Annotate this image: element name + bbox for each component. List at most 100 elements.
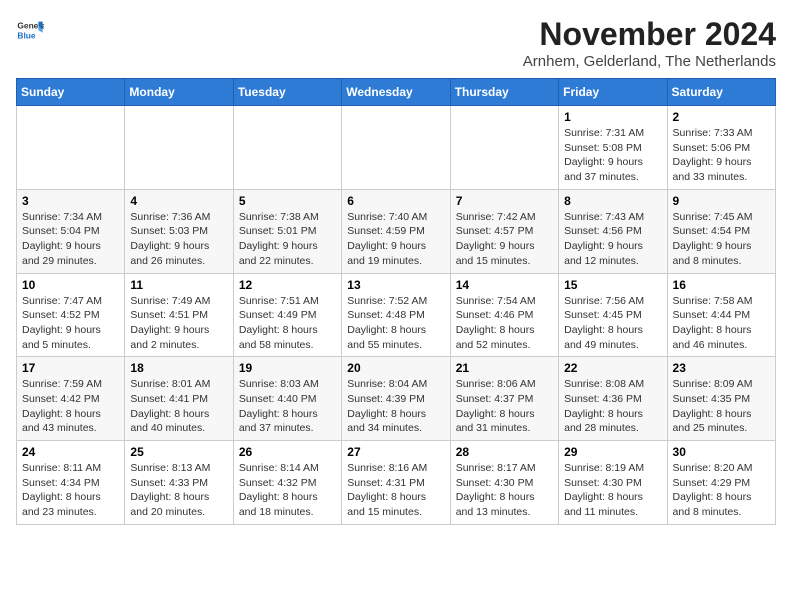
day-info: Sunrise: 7:40 AM Sunset: 4:59 PM Dayligh… xyxy=(347,210,444,269)
day-number: 8 xyxy=(564,194,661,208)
logo-icon: General Blue xyxy=(16,16,44,44)
calendar-cell: 13 Sunrise: 7:52 AM Sunset: 4:48 PM Dayli… xyxy=(342,273,450,357)
calendar-cell: 6 Sunrise: 7:40 AM Sunset: 4:59 PM Daylig… xyxy=(342,189,450,273)
calendar-cell xyxy=(17,106,125,190)
day-info: Sunrise: 7:54 AM Sunset: 4:46 PM Dayligh… xyxy=(456,294,553,353)
calendar-cell: 12 Sunrise: 7:51 AM Sunset: 4:49 PM Dayli… xyxy=(233,273,341,357)
day-info: Sunrise: 7:45 AM Sunset: 4:54 PM Dayligh… xyxy=(673,210,770,269)
day-info: Sunrise: 7:52 AM Sunset: 4:48 PM Dayligh… xyxy=(347,294,444,353)
day-info: Sunrise: 7:51 AM Sunset: 4:49 PM Dayligh… xyxy=(239,294,336,353)
location-title: Arnhem, Gelderland, The Netherlands xyxy=(523,53,776,70)
day-info: Sunrise: 8:06 AM Sunset: 4:37 PM Dayligh… xyxy=(456,377,553,436)
day-header-monday: Monday xyxy=(125,79,233,106)
day-number: 4 xyxy=(130,194,227,208)
calendar-cell: 7 Sunrise: 7:42 AM Sunset: 4:57 PM Daylig… xyxy=(450,189,558,273)
calendar-cell: 19 Sunrise: 8:03 AM Sunset: 4:40 PM Dayli… xyxy=(233,357,341,441)
calendar-cell: 24 Sunrise: 8:11 AM Sunset: 4:34 PM Dayli… xyxy=(17,441,125,525)
day-info: Sunrise: 8:08 AM Sunset: 4:36 PM Dayligh… xyxy=(564,377,661,436)
day-number: 11 xyxy=(130,278,227,292)
day-info: Sunrise: 8:19 AM Sunset: 4:30 PM Dayligh… xyxy=(564,461,661,520)
day-number: 10 xyxy=(22,278,119,292)
calendar-cell: 30 Sunrise: 8:20 AM Sunset: 4:29 PM Dayli… xyxy=(667,441,775,525)
calendar-cell: 4 Sunrise: 7:36 AM Sunset: 5:03 PM Daylig… xyxy=(125,189,233,273)
day-number: 30 xyxy=(673,445,770,459)
day-number: 22 xyxy=(564,361,661,375)
calendar-cell: 9Sunrise: 7:45 AM Sunset: 4:54 PM Daylig… xyxy=(667,189,775,273)
day-header-saturday: Saturday xyxy=(667,79,775,106)
day-info: Sunrise: 8:16 AM Sunset: 4:31 PM Dayligh… xyxy=(347,461,444,520)
header: General Blue November 2024 Arnhem, Gelde… xyxy=(16,16,776,70)
day-number: 7 xyxy=(456,194,553,208)
day-number: 27 xyxy=(347,445,444,459)
calendar-header-row: SundayMondayTuesdayWednesdayThursdayFrid… xyxy=(17,79,776,106)
day-number: 6 xyxy=(347,194,444,208)
svg-text:Blue: Blue xyxy=(17,30,35,40)
month-title: November 2024 xyxy=(523,16,776,53)
calendar-cell: 26Sunrise: 8:14 AM Sunset: 4:32 PM Dayli… xyxy=(233,441,341,525)
day-number: 25 xyxy=(130,445,227,459)
day-info: Sunrise: 7:42 AM Sunset: 4:57 PM Dayligh… xyxy=(456,210,553,269)
day-number: 1 xyxy=(564,110,661,124)
day-header-wednesday: Wednesday xyxy=(342,79,450,106)
calendar-cell: 5 Sunrise: 7:38 AM Sunset: 5:01 PM Daylig… xyxy=(233,189,341,273)
calendar-cell xyxy=(342,106,450,190)
day-number: 12 xyxy=(239,278,336,292)
day-info: Sunrise: 8:14 AM Sunset: 4:32 PM Dayligh… xyxy=(239,461,336,520)
calendar-cell: 15Sunrise: 7:56 AM Sunset: 4:45 PM Dayli… xyxy=(559,273,667,357)
calendar-cell: 2Sunrise: 7:33 AM Sunset: 5:06 PM Daylig… xyxy=(667,106,775,190)
day-info: Sunrise: 7:58 AM Sunset: 4:44 PM Dayligh… xyxy=(673,294,770,353)
day-number: 13 xyxy=(347,278,444,292)
day-info: Sunrise: 7:47 AM Sunset: 4:52 PM Dayligh… xyxy=(22,294,119,353)
day-header-sunday: Sunday xyxy=(17,79,125,106)
day-number: 20 xyxy=(347,361,444,375)
day-info: Sunrise: 8:11 AM Sunset: 4:34 PM Dayligh… xyxy=(22,461,119,520)
day-info: Sunrise: 8:01 AM Sunset: 4:41 PM Dayligh… xyxy=(130,377,227,436)
calendar-cell: 22 Sunrise: 8:08 AM Sunset: 4:36 PM Dayli… xyxy=(559,357,667,441)
day-number: 23 xyxy=(673,361,770,375)
day-info: Sunrise: 7:38 AM Sunset: 5:01 PM Dayligh… xyxy=(239,210,336,269)
day-info: Sunrise: 7:43 AM Sunset: 4:56 PM Dayligh… xyxy=(564,210,661,269)
calendar-week-row: 1 Sunrise: 7:31 AM Sunset: 5:08 PM Daylig… xyxy=(17,106,776,190)
day-info: Sunrise: 7:31 AM Sunset: 5:08 PM Dayligh… xyxy=(564,126,661,185)
day-info: Sunrise: 8:20 AM Sunset: 4:29 PM Dayligh… xyxy=(673,461,770,520)
calendar-cell: 3Sunrise: 7:34 AM Sunset: 5:04 PM Daylig… xyxy=(17,189,125,273)
day-number: 28 xyxy=(456,445,553,459)
day-number: 14 xyxy=(456,278,553,292)
calendar-cell: 29 Sunrise: 8:19 AM Sunset: 4:30 PM Dayli… xyxy=(559,441,667,525)
day-header-friday: Friday xyxy=(559,79,667,106)
day-info: Sunrise: 8:13 AM Sunset: 4:33 PM Dayligh… xyxy=(130,461,227,520)
day-info: Sunrise: 7:59 AM Sunset: 4:42 PM Dayligh… xyxy=(22,377,119,436)
day-info: Sunrise: 8:17 AM Sunset: 4:30 PM Dayligh… xyxy=(456,461,553,520)
day-number: 29 xyxy=(564,445,661,459)
calendar-cell: 20 Sunrise: 8:04 AM Sunset: 4:39 PM Dayli… xyxy=(342,357,450,441)
calendar-cell: 1 Sunrise: 7:31 AM Sunset: 5:08 PM Daylig… xyxy=(559,106,667,190)
calendar-cell: 25 Sunrise: 8:13 AM Sunset: 4:33 PM Dayli… xyxy=(125,441,233,525)
calendar-cell: 14 Sunrise: 7:54 AM Sunset: 4:46 PM Dayli… xyxy=(450,273,558,357)
calendar-cell: 17Sunrise: 7:59 AM Sunset: 4:42 PM Dayli… xyxy=(17,357,125,441)
day-number: 5 xyxy=(239,194,336,208)
day-header-tuesday: Tuesday xyxy=(233,79,341,106)
day-header-thursday: Thursday xyxy=(450,79,558,106)
day-info: Sunrise: 8:03 AM Sunset: 4:40 PM Dayligh… xyxy=(239,377,336,436)
calendar-cell: 8 Sunrise: 7:43 AM Sunset: 4:56 PM Daylig… xyxy=(559,189,667,273)
calendar-cell xyxy=(125,106,233,190)
calendar-week-row: 24 Sunrise: 8:11 AM Sunset: 4:34 PM Dayli… xyxy=(17,441,776,525)
calendar-week-row: 17Sunrise: 7:59 AM Sunset: 4:42 PM Dayli… xyxy=(17,357,776,441)
calendar-cell: 28 Sunrise: 8:17 AM Sunset: 4:30 PM Dayli… xyxy=(450,441,558,525)
day-number: 24 xyxy=(22,445,119,459)
day-number: 21 xyxy=(456,361,553,375)
day-number: 3 xyxy=(22,194,119,208)
day-info: Sunrise: 8:09 AM Sunset: 4:35 PM Dayligh… xyxy=(673,377,770,436)
logo: General Blue xyxy=(16,16,44,44)
day-info: Sunrise: 7:56 AM Sunset: 4:45 PM Dayligh… xyxy=(564,294,661,353)
day-info: Sunrise: 7:36 AM Sunset: 5:03 PM Dayligh… xyxy=(130,210,227,269)
day-number: 19 xyxy=(239,361,336,375)
day-info: Sunrise: 8:04 AM Sunset: 4:39 PM Dayligh… xyxy=(347,377,444,436)
calendar-week-row: 10 Sunrise: 7:47 AM Sunset: 4:52 PM Dayli… xyxy=(17,273,776,357)
calendar-cell: 10 Sunrise: 7:47 AM Sunset: 4:52 PM Dayli… xyxy=(17,273,125,357)
day-info: Sunrise: 7:49 AM Sunset: 4:51 PM Dayligh… xyxy=(130,294,227,353)
day-number: 18 xyxy=(130,361,227,375)
calendar-table: SundayMondayTuesdayWednesdayThursdayFrid… xyxy=(16,78,776,525)
calendar-week-row: 3Sunrise: 7:34 AM Sunset: 5:04 PM Daylig… xyxy=(17,189,776,273)
calendar-cell: 23 Sunrise: 8:09 AM Sunset: 4:35 PM Dayli… xyxy=(667,357,775,441)
